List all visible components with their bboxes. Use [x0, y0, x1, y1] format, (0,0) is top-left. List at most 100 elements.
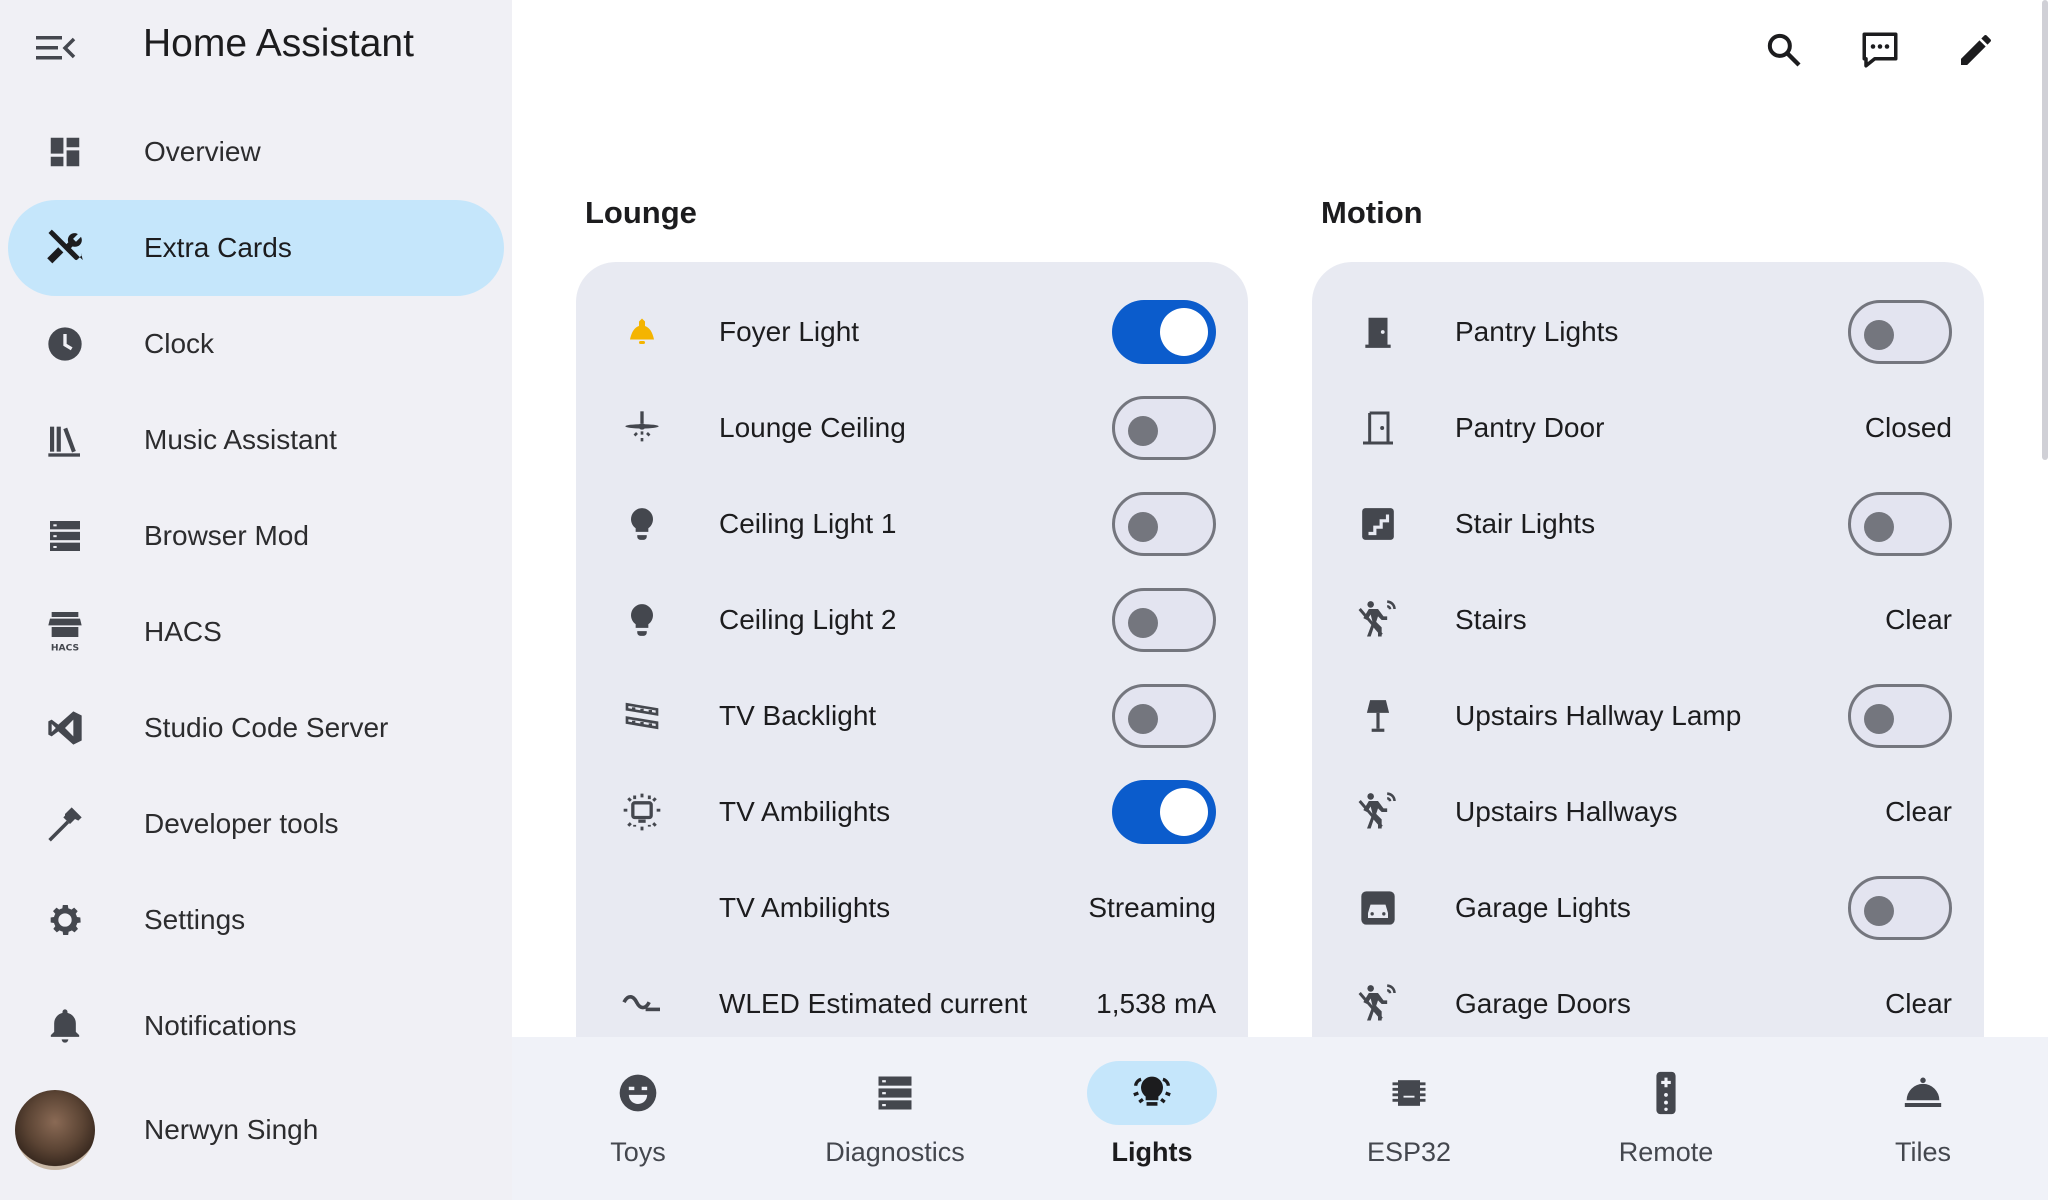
assist-icon[interactable] [1852, 22, 1908, 78]
toggle-switch[interactable] [1848, 492, 1952, 556]
sidebar-item-browser-mod[interactable]: Browser Mod [8, 488, 504, 584]
entity-row[interactable]: TV Ambilights Streaming [576, 860, 1248, 956]
toggle-switch[interactable] [1848, 300, 1952, 364]
stairs-icon [1350, 496, 1406, 552]
main-content: Lounge Foyer Light Lounge Ceiling Ceilin… [512, 0, 2048, 1200]
toggle-switch[interactable] [1112, 396, 1216, 460]
entity-name: TV Backlight [719, 700, 877, 731]
tab-label: ESP32 [1366, 1137, 1452, 1167]
entity-name: Lounge Ceiling [719, 412, 906, 443]
toggle-switch[interactable] [1112, 588, 1216, 652]
tab-lights[interactable]: Lights [1042, 1061, 1262, 1181]
toggle-switch[interactable] [1848, 876, 1952, 940]
lightbulb-icon [614, 496, 670, 552]
lights-icon [1087, 1061, 1217, 1125]
entity-name: Garage Doors [1455, 988, 1631, 1019]
sidebar-item-clock[interactable]: Clock [8, 296, 504, 392]
tab-diagnostics[interactable]: Diagnostics [785, 1061, 1005, 1181]
entity-name: Ceiling Light 2 [719, 604, 897, 635]
toggle-switch[interactable] [1112, 780, 1216, 844]
entity-name: TV Ambilights [719, 796, 891, 827]
hacs-store-icon: HACS [30, 597, 100, 667]
sidebar-item-notifications[interactable]: Notifications [8, 978, 504, 1074]
entity-name: Stairs [1455, 604, 1527, 635]
menu-collapse-icon[interactable] [32, 28, 80, 68]
sidebar-item-label: Overview [144, 136, 261, 167]
entity-name: WLED Estimated current [719, 988, 1028, 1019]
entity-state: Clear [1885, 604, 1952, 635]
entity-row[interactable]: Foyer Light [576, 284, 1248, 380]
tab-remote[interactable]: Remote [1556, 1061, 1776, 1181]
sidebar-item-label: Extra Cards [144, 232, 292, 263]
sidebar-item-overview[interactable]: Overview [8, 104, 504, 200]
sidebar-item-studio-code-server[interactable]: Studio Code Server [8, 680, 504, 776]
entity-row[interactable]: Lounge Ceiling [576, 380, 1248, 476]
entity-row[interactable]: Stair Lights [1312, 476, 1984, 572]
sidebar-item-settings[interactable]: Settings [8, 872, 504, 968]
pencil-icon[interactable] [1948, 22, 2004, 78]
lamp-icon [1350, 688, 1406, 744]
sidebar-item-label: Notifications [144, 1010, 297, 1041]
bottom-navigation: Toys Diagnostics Lights ESP32 Remote Til… [512, 1037, 2048, 1200]
entity-state: Closed [1864, 412, 1952, 443]
entity-row[interactable]: Upstairs Hallway Lamp [1312, 668, 1984, 764]
sidebar-item-developer-tools[interactable]: Developer tools [8, 776, 504, 872]
app-title: Home Assistant [143, 22, 414, 65]
entity-row[interactable]: Garage Lights [1312, 860, 1984, 956]
entity-row[interactable]: Pantry Door Closed [1312, 380, 1984, 476]
search-icon[interactable] [1756, 22, 1812, 78]
section-title-lounge: Lounge [585, 195, 697, 230]
lounge-card: Foyer Light Lounge Ceiling Ceiling Light… [576, 262, 1248, 1062]
entity-row[interactable]: Upstairs Hallways Clear [1312, 764, 1984, 860]
sidebar-item-music-assistant[interactable]: Music Assistant [8, 392, 504, 488]
sidebar-header: Home Assistant [0, 0, 512, 92]
entity-name: Stair Lights [1455, 508, 1596, 539]
entity-row[interactable]: TV Ambilights [576, 764, 1248, 860]
toggle-switch[interactable] [1848, 684, 1952, 748]
toggle-switch[interactable] [1112, 300, 1216, 364]
music-library-icon [30, 405, 100, 475]
sidebar-item-label: Browser Mod [144, 520, 309, 551]
sidebar: Home Assistant Overview Extra Cards Cloc… [0, 0, 512, 1200]
tab-label: Remote [1618, 1137, 1714, 1167]
svg-text:HACS: HACS [51, 642, 79, 653]
tab-tiles[interactable]: Tiles [1813, 1061, 2033, 1181]
sidebar-item-hacs[interactable]: HACS HACS [8, 584, 504, 680]
tab-label: Tiles [1894, 1137, 1951, 1167]
section-title-motion: Motion [1321, 195, 1423, 230]
sidebar-item-label: Settings [144, 904, 246, 935]
door-closed-icon [1350, 304, 1406, 360]
room-service-icon [1858, 1061, 1988, 1125]
entity-row[interactable]: Ceiling Light 1 [576, 476, 1248, 572]
entity-name: Foyer Light [719, 316, 860, 347]
led-strip-icon [614, 688, 670, 744]
ceiling-fan-icon [614, 400, 670, 456]
entity-row[interactable]: Pantry Lights [1312, 284, 1984, 380]
entity-name: Upstairs Hallway Lamp [1455, 700, 1742, 731]
entity-row[interactable]: Stairs Clear [1312, 572, 1984, 668]
entity-name: Pantry Lights [1455, 316, 1619, 347]
door-icon [1350, 400, 1406, 456]
tab-toys[interactable]: Toys [528, 1061, 748, 1181]
user-name: Nerwyn Singh [144, 1114, 319, 1145]
dashboard-icon [30, 117, 100, 187]
sidebar-item-extra-cards[interactable]: Extra Cards [8, 200, 504, 296]
bell-light-icon [614, 304, 670, 360]
toggle-switch[interactable] [1112, 684, 1216, 748]
entity-name: Ceiling Light 1 [719, 508, 897, 539]
entity-name: Pantry Door [1455, 412, 1605, 443]
sidebar-item-label: Music Assistant [144, 424, 337, 455]
scrollbar[interactable] [2042, 0, 2048, 460]
sidebar-item-label: Studio Code Server [144, 712, 389, 743]
gear-icon [30, 885, 100, 955]
avatar[interactable] [15, 1090, 95, 1170]
entity-row[interactable]: TV Backlight [576, 668, 1248, 764]
toggle-switch[interactable] [1112, 492, 1216, 556]
car-garage-icon [1350, 880, 1406, 936]
sidebar-item-label: Developer tools [144, 808, 339, 839]
tools-icon [30, 213, 100, 283]
entity-row[interactable]: Ceiling Light 2 [576, 572, 1248, 668]
motion-sensor-icon [1350, 784, 1406, 840]
tab-esp32[interactable]: ESP32 [1299, 1061, 1519, 1181]
entity-state: Streaming [1088, 892, 1216, 923]
